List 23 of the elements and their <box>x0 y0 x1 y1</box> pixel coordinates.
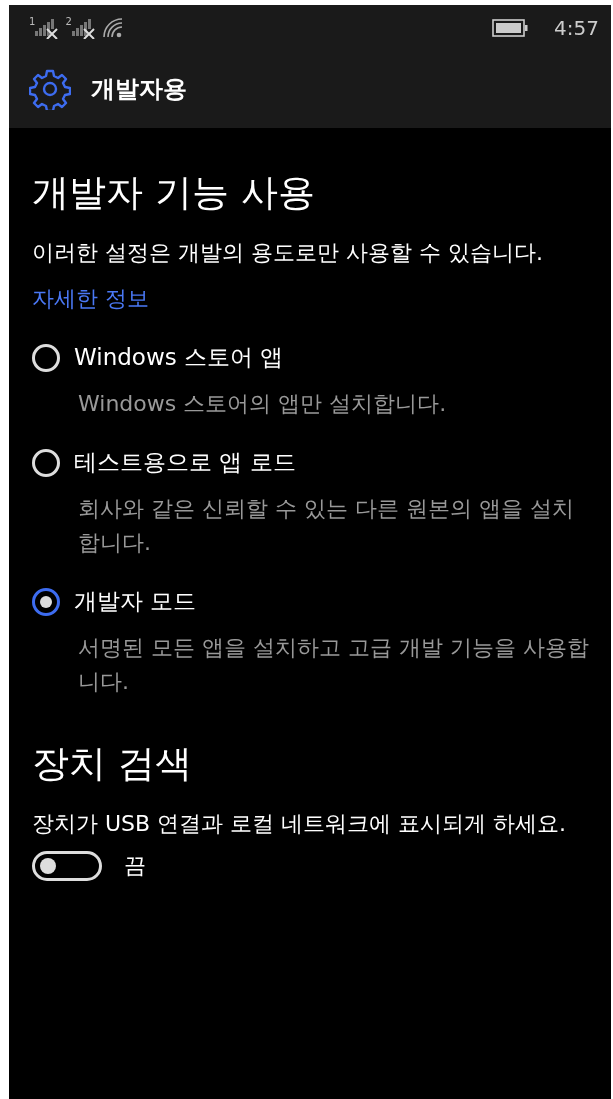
sim-number: 1 <box>29 16 36 27</box>
option-description: 회사와 같은 신뢰할 수 있는 다른 원본의 앱을 설치합니다. <box>78 495 575 557</box>
no-signal-icon <box>71 16 96 39</box>
toggle-label: 끔 <box>124 852 146 880</box>
section-description: 이러한 설정은 개발의 용도로만 사용할 수 있습니다. <box>32 239 544 267</box>
radio-option[interactable]: Windows 스토어 앱 <box>32 342 284 373</box>
radio-option[interactable]: 개발자 모드 <box>32 586 197 617</box>
page-title: 개발자용 <box>91 74 187 105</box>
section-heading: 개발자 기능 사용 <box>32 170 316 216</box>
settings-icon <box>29 68 71 110</box>
clock-time: 4:57 <box>554 15 599 40</box>
no-signal-icon <box>35 16 60 39</box>
more-info-link[interactable]: 자세한 정보 <box>32 282 149 316</box>
section-description: 장치가 USB 연결과 로컬 네트워크에 표시되게 하세요. <box>32 810 568 838</box>
toggle-switch[interactable] <box>32 851 102 881</box>
option-description: Windows 스토어의 앱만 설치합니다. <box>78 390 448 418</box>
wifi-icon <box>101 16 124 39</box>
radio-option[interactable]: 테스트용으로 앱 로드 <box>32 447 296 478</box>
radio-button[interactable] <box>32 587 60 616</box>
sim-number: 2 <box>65 16 72 27</box>
section-heading: 장치 검색 <box>32 741 193 787</box>
battery-icon <box>492 18 529 37</box>
option-description: 서명된 모든 앱을 설치하고 고급 개발 기능을 사용합니다. <box>78 634 590 696</box>
